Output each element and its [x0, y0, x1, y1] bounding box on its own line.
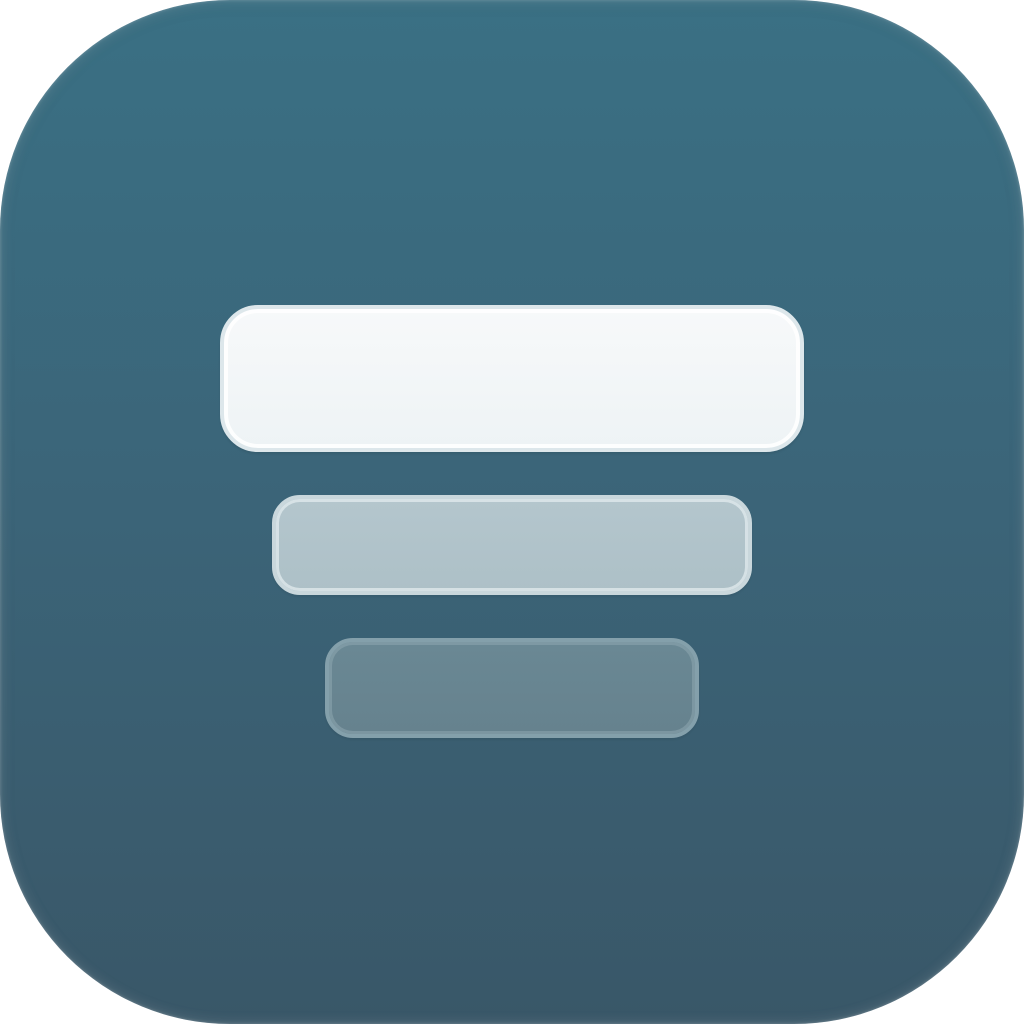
middle-bar-icon	[272, 495, 752, 595]
top-bar-icon	[220, 305, 804, 452]
bottom-bar-icon	[325, 638, 699, 738]
app-icon	[0, 0, 1024, 1024]
canvas	[0, 0, 1024, 1024]
